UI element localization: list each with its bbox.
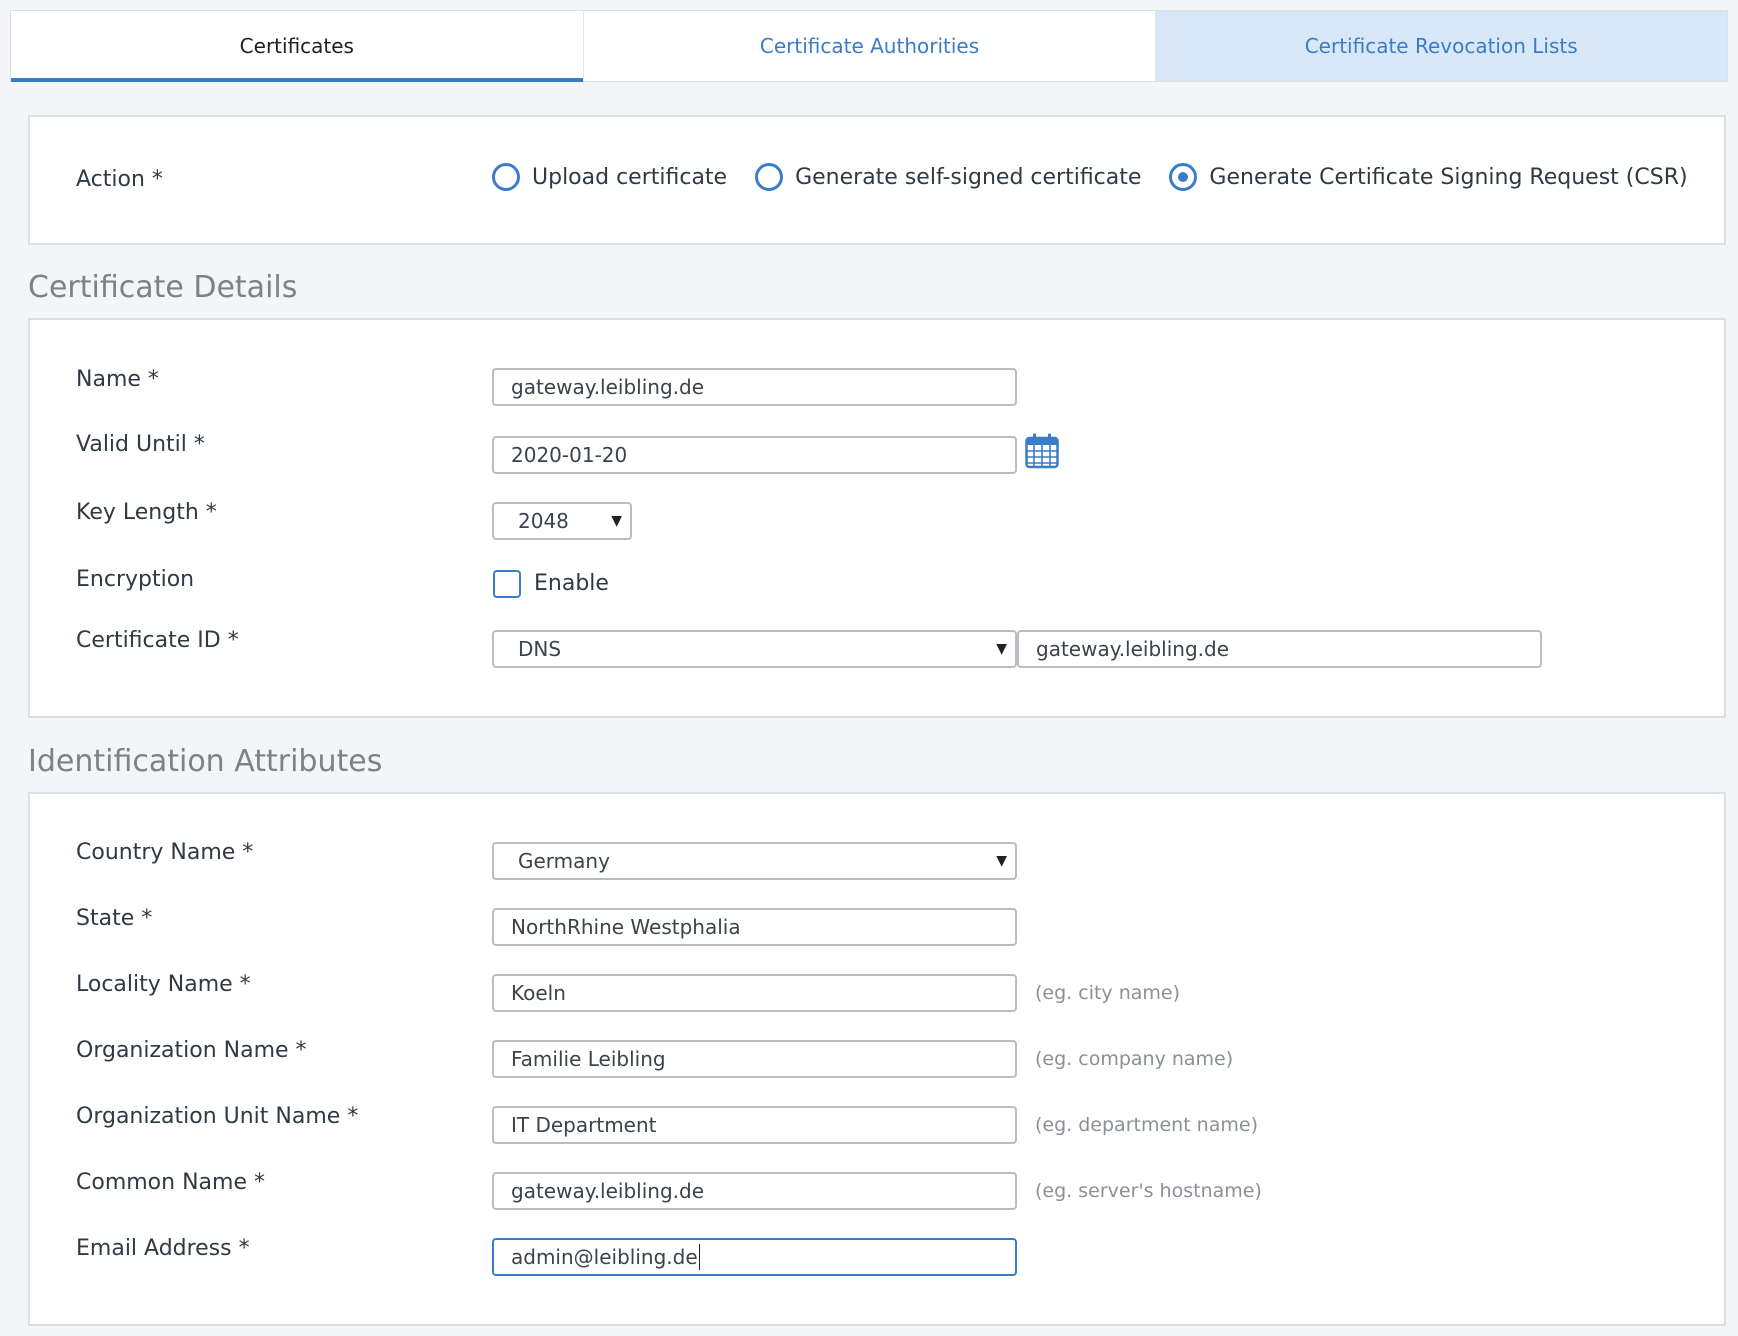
- common-name-label: Common Name *: [76, 1170, 265, 1195]
- radio-label: Generate Certificate Signing Request (CS…: [1209, 164, 1688, 190]
- key-length-label: Key Length *: [76, 500, 217, 525]
- email-value: admin@leibling.de: [511, 1245, 698, 1269]
- common-name-hint: (eg. server's hostname): [1035, 1180, 1262, 1202]
- radio-label: Generate self-signed certificate: [795, 164, 1142, 190]
- valid-until-input[interactable]: 2020-01-20: [492, 436, 1017, 474]
- chevron-down-icon: ▼: [996, 853, 1007, 869]
- country-select[interactable]: Germany ▼: [492, 842, 1017, 880]
- key-length-value: 2048: [518, 509, 569, 533]
- radio-upload-certificate[interactable]: Upload certificate: [492, 163, 727, 191]
- radio-generate-self-signed[interactable]: Generate self-signed certificate: [755, 163, 1141, 191]
- country-label: Country Name *: [76, 840, 254, 865]
- encryption-label: Encryption: [76, 567, 195, 592]
- email-label: Email Address *: [76, 1236, 250, 1261]
- country-value: Germany: [518, 849, 610, 873]
- certificate-id-label: Certificate ID *: [76, 628, 239, 653]
- valid-until-label: Valid Until *: [76, 432, 205, 457]
- state-label: State *: [76, 906, 153, 931]
- org-label: Organization Name *: [76, 1038, 307, 1063]
- email-input[interactable]: admin@leibling.de: [492, 1238, 1017, 1276]
- radio-generate-csr[interactable]: Generate Certificate Signing Request (CS…: [1169, 163, 1688, 191]
- text-cursor: [698, 1244, 700, 1270]
- radio-button[interactable]: [492, 163, 520, 191]
- locality-label: Locality Name *: [76, 972, 251, 997]
- chevron-down-icon: ▼: [611, 513, 622, 529]
- org-input[interactable]: Familie Leibling: [492, 1040, 1017, 1078]
- common-name-input[interactable]: gateway.leibling.de: [492, 1172, 1017, 1210]
- tab-label: Certificate Authorities: [759, 34, 980, 58]
- radio-button-checked[interactable]: [1169, 163, 1198, 191]
- locality-input[interactable]: Koeln: [492, 974, 1017, 1012]
- certificate-id-input[interactable]: gateway.leibling.de: [1017, 630, 1542, 668]
- radio-button[interactable]: [755, 163, 784, 191]
- certificate-id-type-select[interactable]: DNS ▼: [492, 630, 1017, 668]
- action-label: Action *: [76, 167, 163, 192]
- tab-label: Certificate Revocation Lists: [1304, 34, 1578, 58]
- tab-bar: Certificates Certificate Authorities Cer…: [10, 10, 1728, 82]
- name-input[interactable]: gateway.leibling.de: [492, 368, 1017, 406]
- tab-certificate-authorities[interactable]: Certificate Authorities: [582, 11, 1156, 81]
- section-title-certificate-details: Certificate Details: [28, 270, 298, 305]
- tab-label: Certificates: [239, 34, 354, 58]
- encryption-checkbox[interactable]: [493, 570, 521, 598]
- section-title-identification-attributes: Identification Attributes: [28, 744, 383, 779]
- chevron-down-icon: ▼: [996, 641, 1007, 657]
- encryption-checkbox-label: Enable: [534, 571, 609, 596]
- org-unit-label: Organization Unit Name *: [76, 1104, 359, 1129]
- key-length-select[interactable]: 2048 ▼: [492, 502, 632, 540]
- org-unit-input[interactable]: IT Department: [492, 1106, 1017, 1144]
- calendar-icon[interactable]: [1025, 433, 1059, 473]
- org-hint: (eg. company name): [1035, 1048, 1234, 1070]
- radio-label: Upload certificate: [532, 164, 728, 190]
- tab-certificate-revocation-lists[interactable]: Certificate Revocation Lists: [1155, 11, 1728, 81]
- state-input[interactable]: NorthRhine Westphalia: [492, 908, 1017, 946]
- certificate-id-type-value: DNS: [518, 637, 562, 661]
- tab-certificates[interactable]: Certificates: [11, 11, 583, 82]
- org-unit-hint: (eg. department name): [1035, 1114, 1258, 1136]
- name-label: Name *: [76, 367, 159, 392]
- action-radio-group: Upload certificate Generate self-signed …: [492, 163, 1716, 191]
- locality-hint: (eg. city name): [1035, 982, 1180, 1004]
